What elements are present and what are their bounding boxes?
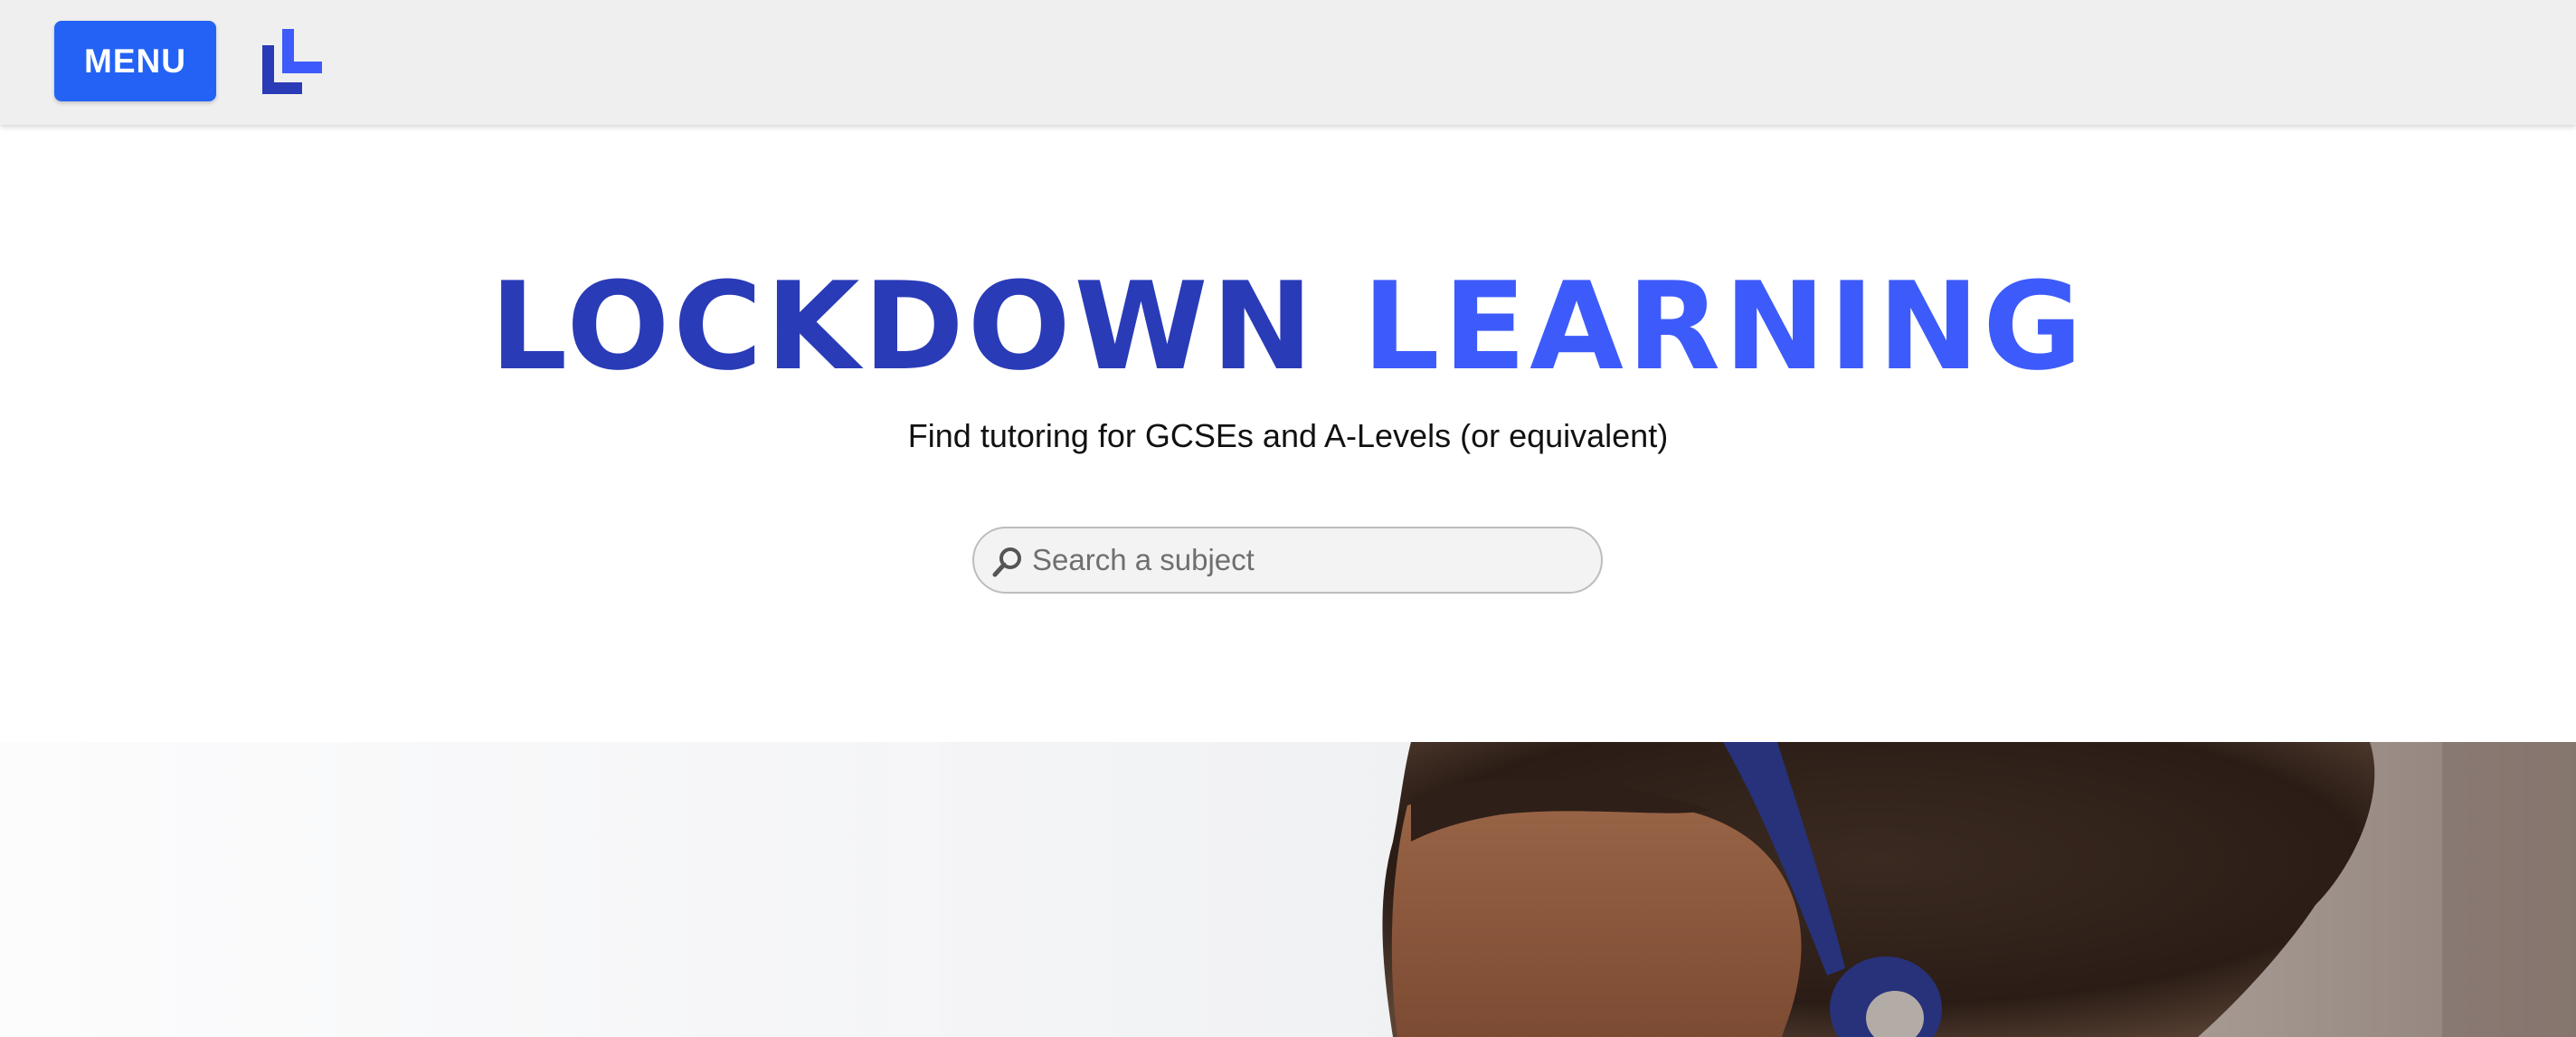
top-navigation-bar: MENU (0, 0, 2576, 125)
title-word-learning: LEARNING (1362, 256, 2087, 397)
hero-subtitle: Find tutoring for GCSEs and A-Levels (or… (907, 417, 1669, 454)
lockdown-learning-logo-icon[interactable] (262, 29, 322, 94)
title-word-lockdown: LOCKDOWN (489, 256, 1317, 397)
hero-section: LOCKDOWN LEARNING Find tutoring for GCSE… (0, 125, 2576, 742)
site-title: LOCKDOWN LEARNING (0, 259, 2576, 395)
student-with-headphones-photo (0, 742, 2576, 1037)
search-bar[interactable] (972, 527, 1603, 594)
menu-button[interactable]: MENU (54, 21, 216, 101)
search-icon (992, 547, 1021, 577)
search-input[interactable] (1032, 528, 1575, 592)
